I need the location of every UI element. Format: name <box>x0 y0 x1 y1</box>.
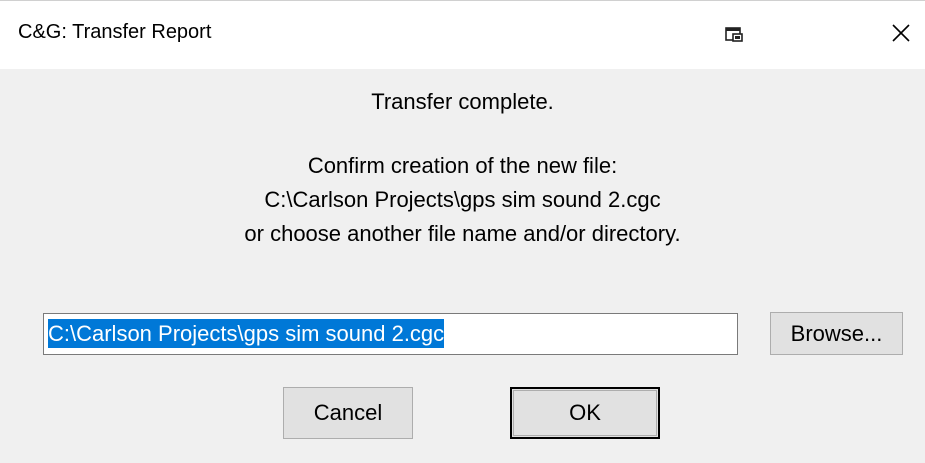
ok-button[interactable]: OK <box>510 387 660 439</box>
file-path-input[interactable]: C:\Carlson Projects\gps sim sound 2.cgc <box>43 313 738 355</box>
window-pin-icon[interactable] <box>723 23 745 45</box>
close-icon[interactable] <box>888 20 914 46</box>
ok-button-label: OK <box>569 400 601 425</box>
file-path-selected-text: C:\Carlson Projects\gps sim sound 2.cgc <box>48 319 445 348</box>
confirm-prompt: Confirm creation of the new file: <box>307 153 618 178</box>
alternative-prompt: or choose another file name and/or direc… <box>244 221 681 246</box>
browse-button[interactable]: Browse... <box>770 312 903 355</box>
cancel-button[interactable]: Cancel <box>283 387 413 439</box>
transfer-report-dialog: C&G: Transfer Report Transfer complete. … <box>0 0 925 463</box>
file-path-text: C:\Carlson Projects\gps sim sound 2.cgc <box>264 187 661 212</box>
window-title: C&G: Transfer Report <box>18 21 212 43</box>
status-message: Transfer complete. <box>371 89 554 114</box>
title-bar[interactable]: C&G: Transfer Report <box>0 1 925 69</box>
